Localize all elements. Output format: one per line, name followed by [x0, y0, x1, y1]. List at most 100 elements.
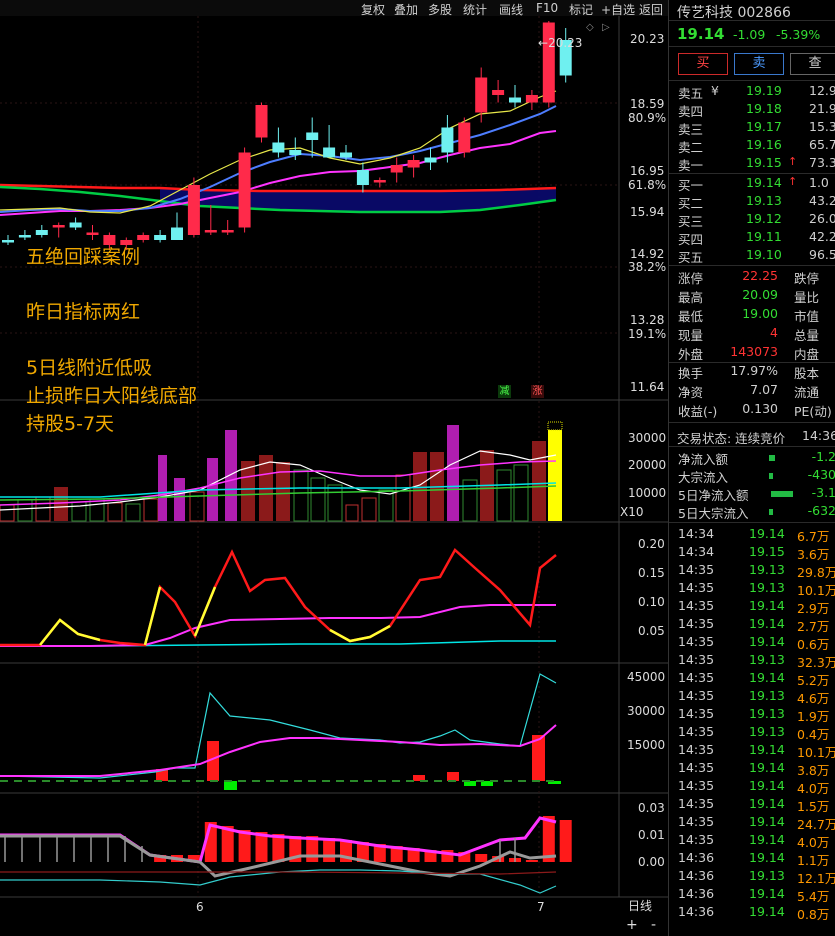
tick-volume: 1.9万 — [797, 709, 830, 724]
candle-body — [18, 235, 31, 238]
tick-time: 14:35 — [678, 616, 715, 631]
axis-price-label: 20.23 — [630, 32, 664, 46]
tick-time: 14:35 — [678, 724, 715, 739]
stat-label: 现量 — [678, 328, 704, 343]
ind4-bar — [238, 830, 251, 862]
ind2-axis-label: 0.15 — [638, 566, 665, 580]
tick-price: 19.14 — [749, 634, 785, 649]
tick-volume: 2.9万 — [797, 601, 830, 616]
tick-row: 14:35 19.14 24.7万 — [669, 814, 835, 832]
tick-price: 19.14 — [749, 616, 785, 631]
f10-button[interactable]: F10 — [536, 1, 558, 15]
ind2-yellow-segment — [329, 624, 391, 643]
candle-body — [272, 142, 285, 153]
axis-price-label: 13.28 — [630, 313, 664, 327]
tick-volume: 10.1万 — [797, 745, 835, 760]
ind4-axis-label: 0.01 — [638, 828, 665, 842]
candle-body — [187, 185, 200, 235]
candle-body — [221, 230, 234, 233]
ind4-darkred-line — [0, 871, 557, 875]
tick-price: 19.14 — [749, 778, 785, 793]
ind2-axis-label: 0.20 — [638, 537, 665, 551]
tick-row: 14:36 19.14 1.1万 — [669, 850, 835, 868]
stat-row: 最低 19.00 市值 — [669, 306, 835, 325]
trade-status-time: 14:36 — [802, 428, 835, 443]
flow-bar — [769, 473, 773, 479]
period-selector[interactable]: 日线 — [628, 899, 652, 913]
candle-body — [458, 122, 471, 153]
ind4-axis-label: 0.03 — [638, 801, 665, 815]
axis-price-label: 11.64 — [630, 380, 664, 394]
tick-row: 14:35 19.13 0.4万 — [669, 724, 835, 742]
rise-tag: 涨 — [531, 385, 544, 398]
tick-time: 14:35 — [678, 832, 715, 847]
zoom-in-button[interactable]: + — [626, 917, 638, 933]
stat-label: 流通 — [794, 385, 820, 400]
candle-body — [542, 22, 555, 103]
stat-value: 143073 — [730, 344, 778, 359]
tick-time: 14:36 — [678, 850, 715, 865]
buy-button[interactable]: 买 — [678, 53, 728, 75]
order-book-row[interactable]: 卖四 19.18 21.9 — [669, 101, 835, 119]
volume-unit-label: X10 — [620, 505, 644, 519]
tick-price: 19.14 — [749, 904, 785, 919]
play-icon[interactable]: ▷ — [602, 22, 610, 33]
kline-chart-area[interactable]: ←20.23 ◇ ▷ 20.23 18.59 80.9% 16.95 61.8%… — [0, 16, 668, 936]
flow-value: -430 — [807, 467, 835, 482]
order-book-row[interactable]: 买五 19.10 96.5 — [669, 247, 835, 265]
tick-price: 19.13 — [749, 724, 785, 739]
order-book-row[interactable]: 买四 19.11 42.2 — [669, 229, 835, 247]
tick-row: 14:35 19.14 2.9万 — [669, 598, 835, 616]
annotation-text: 昨日指标两红 — [26, 301, 141, 323]
tick-volume: 1.1万 — [797, 853, 830, 868]
stat-value: 7.07 — [750, 382, 778, 397]
tick-volume: 12.1万 — [797, 871, 835, 886]
order-book-row[interactable]: 卖一 19.15 ↑ 73.3 — [669, 155, 835, 173]
candle-body — [255, 105, 268, 138]
flow-row: 5日净流入额 -3.1 — [669, 485, 835, 503]
tick-row: 14:36 19.14 0.8万 — [669, 904, 835, 922]
flow-row: 5日大宗流入 -632 — [669, 503, 835, 521]
diamond-icon[interactable]: ◇ — [586, 22, 594, 33]
order-level-label: 买二 — [678, 196, 704, 211]
order-book-row[interactable]: 买一 19.14 ↑ 1.0 — [669, 175, 835, 193]
flow-label: 净流入额 — [678, 452, 729, 467]
sell-button[interactable]: 卖 — [734, 53, 784, 75]
stat-value: 22.25 — [742, 268, 778, 283]
date-axis-label: 7 — [537, 900, 545, 914]
order-level-label: 卖三 — [678, 122, 704, 137]
tick-volume: 3.8万 — [797, 763, 830, 778]
flow-value: -3.1 — [811, 485, 835, 500]
order-book-row[interactable]: 卖五 ¥19.19 12.9 — [669, 83, 835, 101]
tick-price: 19.14 — [749, 742, 785, 757]
tick-volume: 24.7万 — [797, 817, 835, 832]
stat-label: 股本 — [794, 366, 820, 381]
query-button[interactable]: 查 — [790, 53, 835, 75]
ind2-yellow-segment — [143, 586, 162, 646]
order-book-row[interactable]: 买三 19.12 26.0 — [669, 211, 835, 229]
tick-volume: 4.0万 — [797, 835, 830, 850]
order-price: 19.17 — [746, 119, 782, 134]
price-change-pct: -5.39% — [776, 27, 821, 42]
tick-price: 19.15 — [749, 544, 785, 559]
axis-price-label: 14.92 — [630, 247, 664, 261]
order-book-row[interactable]: 卖二 19.16 65.7 — [669, 137, 835, 155]
stat-label: 市值 — [794, 309, 820, 324]
ind4-bar — [323, 838, 336, 862]
stat-label: 最低 — [678, 309, 704, 324]
zoom-out-button[interactable]: - — [651, 917, 656, 933]
order-volume: 96.5 — [809, 247, 835, 262]
flow-bar — [769, 455, 775, 461]
candle-body — [525, 95, 538, 103]
candle-body — [340, 152, 352, 158]
ind3-axis-label: 15000 — [627, 738, 665, 752]
candle-body — [373, 180, 386, 183]
tick-price: 19.14 — [749, 670, 785, 685]
order-book-row[interactable]: 卖三 19.17 15.3 — [669, 119, 835, 137]
tick-row: 14:35 19.13 1.9万 — [669, 706, 835, 724]
tick-time: 14:35 — [678, 778, 715, 793]
chart-toolbar: 复权 叠加 多股 统计 画线 F10 标记 +自选 返回 — [0, 0, 668, 17]
tick-row: 14:35 19.14 1.5万 — [669, 796, 835, 814]
candle-body — [69, 222, 82, 228]
order-book-row[interactable]: 买二 19.13 43.2 — [669, 193, 835, 211]
